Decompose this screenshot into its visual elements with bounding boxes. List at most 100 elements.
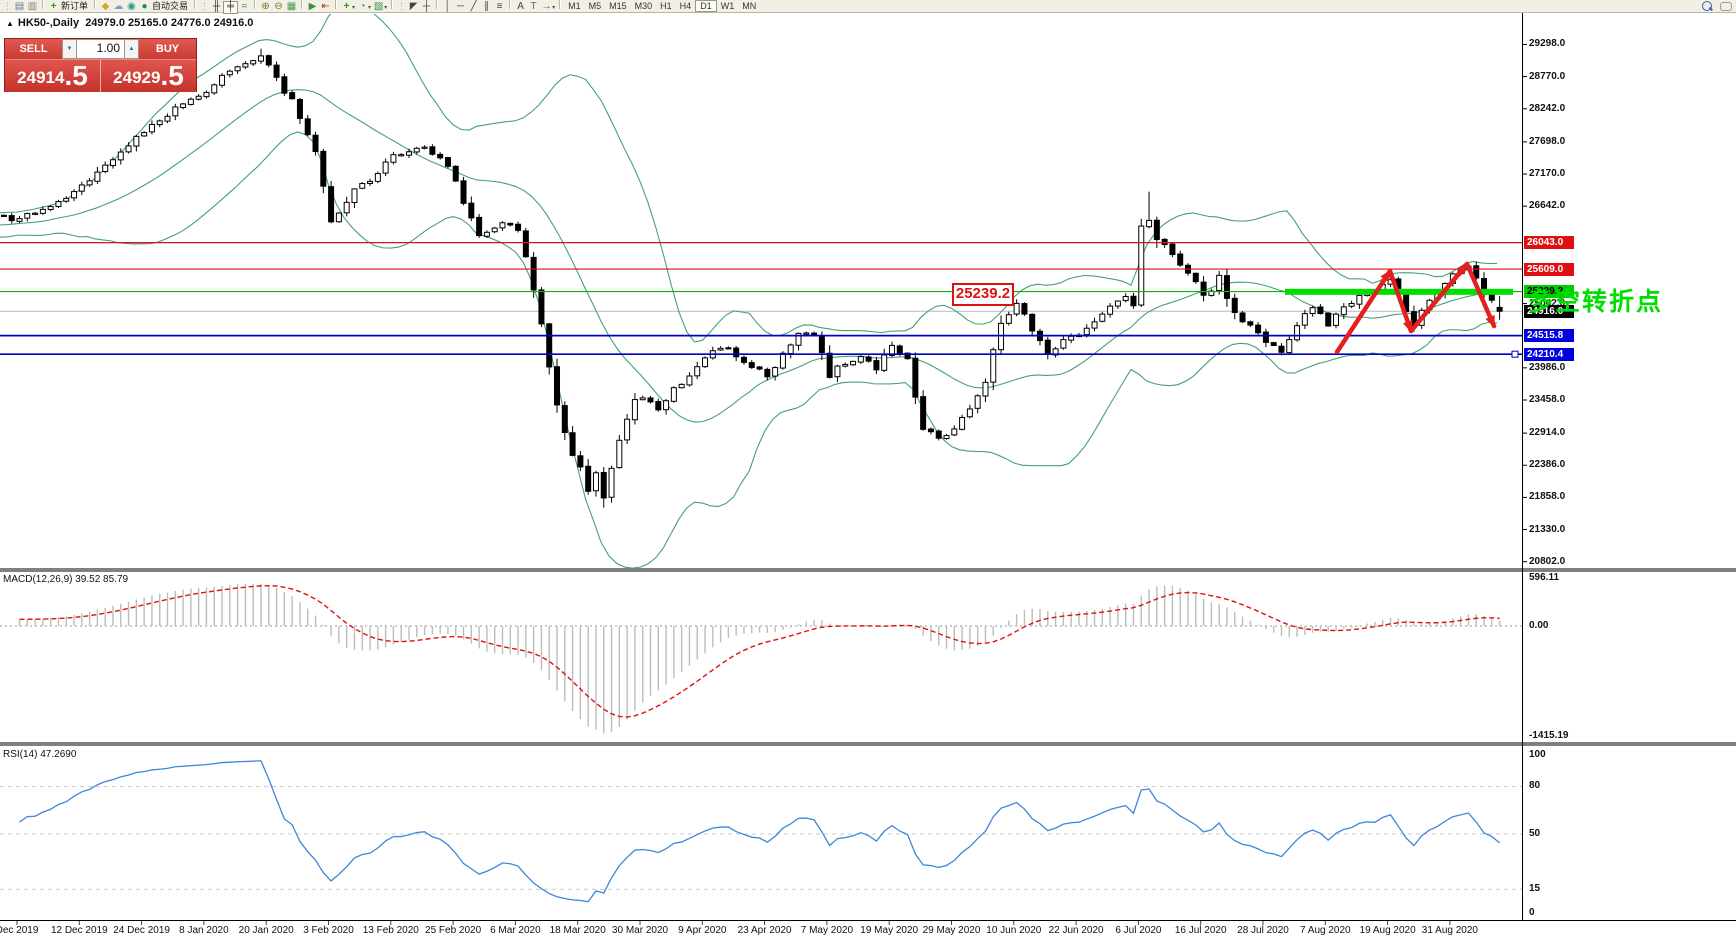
trendline-icon[interactable]: ╱ [467, 1, 480, 13]
volume-input[interactable]: 1.00 [77, 39, 124, 59]
candlestick-chart-icon[interactable]: ╪ [223, 1, 239, 14]
candle-down [554, 366, 561, 406]
channel-icon[interactable]: ∥ [480, 1, 493, 13]
chart-canvas [0, 13, 1736, 925]
line-selection-handle[interactable] [1511, 350, 1519, 358]
candle-up [421, 146, 428, 149]
search-icon[interactable] [1702, 1, 1712, 11]
fibonacci-icon[interactable]: ≡ [493, 1, 506, 13]
candle-up [787, 344, 794, 354]
text-tool-icon[interactable]: A [514, 1, 527, 13]
price-axis-label-26043.0[interactable]: 26043.0 [1524, 236, 1574, 250]
candle-down [818, 334, 825, 354]
candle-up [117, 151, 124, 161]
candle-up [881, 354, 888, 371]
candle-down [265, 55, 272, 66]
candle-down [460, 180, 467, 204]
sell-button[interactable]: SELL [5, 39, 62, 59]
periods-clock-icon-dropdown[interactable]: ▾ [368, 5, 371, 11]
text-label-icon[interactable]: T [527, 1, 540, 13]
macd-signal-line [19, 584, 1500, 718]
volume-increase-button[interactable]: ▲ [124, 39, 139, 59]
zigzag-arrows[interactable] [1334, 261, 1497, 355]
buy-price: 24929 [113, 68, 161, 87]
gold-compass-icon[interactable]: ◆ [99, 1, 112, 13]
candle-down [515, 223, 522, 231]
new-order-icon[interactable]: + [47, 1, 60, 13]
timeframe-button-W1[interactable]: W1 [717, 0, 739, 12]
candle-down [748, 362, 755, 368]
candle-up [686, 375, 693, 386]
cloud-icon[interactable]: ☁ [112, 1, 125, 13]
arrows-tool-icon-dropdown[interactable]: ▾ [552, 5, 555, 11]
candle-up [55, 201, 62, 208]
volume-decrease-button[interactable]: ▼ [62, 39, 77, 59]
candle-down [920, 396, 927, 430]
candle-down [522, 230, 529, 258]
candle-up [1099, 313, 1106, 322]
bollinger-middle [0, 89, 1498, 423]
price-axis-label-24515.8[interactable]: 24515.8 [1524, 329, 1574, 343]
candle-up [717, 347, 724, 351]
add-indicator-icon-dropdown[interactable]: ▾ [352, 5, 355, 11]
candle-up [974, 395, 981, 409]
bar-chart-icon[interactable]: ╫ [210, 1, 223, 13]
candle-up [491, 227, 498, 233]
timeframe-button-M1[interactable]: M1 [564, 0, 585, 12]
tile-windows-icon[interactable]: ▦ [285, 1, 298, 13]
one-click-trading-panel: SELL ▼ 1.00 ▲ BUY 24914 .5 24929 .5 [4, 38, 197, 92]
candle-up [1060, 339, 1067, 349]
turning-point-annotation[interactable]: 多空转折点 [1528, 282, 1663, 318]
toolbar-separator [436, 0, 439, 9]
candle-down [538, 289, 545, 325]
templates-icon-dropdown[interactable]: ▾ [384, 5, 387, 11]
timeframe-button-H4[interactable]: H4 [676, 0, 696, 12]
date-axis[interactable] [16, 921, 1451, 925]
candle-up [663, 400, 670, 411]
bollinger-lower [0, 131, 1498, 568]
horizontal-line-icon[interactable]: ─ [454, 1, 467, 13]
candle-up [335, 212, 342, 223]
candle-down [655, 401, 662, 411]
zoom-out-icon[interactable]: ⊖ [272, 1, 285, 13]
price-level-text-object[interactable]: 25239.2 [952, 283, 1014, 306]
zoom-in-icon[interactable]: ⊕ [259, 1, 272, 13]
print-preview-icon[interactable]: ▥ [26, 1, 39, 13]
crosshair-icon[interactable]: ┼ [420, 1, 433, 13]
sell-price-button[interactable]: 24914 .5 [5, 60, 101, 92]
candle-down [1239, 312, 1246, 323]
macd-panel [0, 583, 1522, 734]
candle-up [1146, 219, 1153, 228]
cursor-icon[interactable]: ◤ [407, 1, 420, 13]
timeframe-button-D1[interactable]: D1 [695, 0, 717, 12]
candle-up [71, 191, 78, 199]
chat-icon[interactable] [1720, 1, 1732, 11]
timeframe-button-M5[interactable]: M5 [585, 0, 606, 12]
candle-down [1169, 243, 1176, 256]
timeframe-button-H1[interactable]: H1 [656, 0, 676, 12]
timeframe-button-M30[interactable]: M30 [631, 0, 657, 12]
candle-down [1200, 281, 1207, 296]
price-axis-label-25609.0[interactable]: 25609.0 [1524, 262, 1574, 276]
collapse-panel-icon[interactable]: ▲ [6, 19, 14, 28]
buy-button[interactable]: BUY [139, 39, 196, 59]
chart-shift-icon[interactable]: ⇤ [319, 1, 332, 13]
new-order-label[interactable]: 新订单 [61, 1, 88, 11]
candle-up [406, 151, 412, 156]
vertical-line-icon[interactable]: │ [441, 1, 454, 13]
toolbar-separator [94, 0, 97, 9]
price-level-lines[interactable] [0, 242, 1522, 358]
candle-up [850, 360, 857, 366]
candle-up [951, 428, 958, 436]
chart-list-icon[interactable]: ▤ [13, 1, 26, 13]
auto-scroll-icon[interactable]: ▶ [306, 1, 319, 13]
line-chart-icon[interactable]: ≈ [238, 1, 251, 13]
timeframe-button-M15[interactable]: M15 [605, 0, 631, 12]
buy-price-button[interactable]: 24929 .5 [101, 60, 196, 92]
signal-icon[interactable]: ◉ [125, 1, 138, 13]
candle-down [296, 98, 303, 119]
price-axis-label-24210.4[interactable]: 24210.4 [1524, 347, 1574, 361]
autotrade-icon[interactable]: ● [138, 1, 151, 13]
autotrade-label[interactable]: 自动交易 [152, 1, 188, 11]
timeframe-button-MN[interactable]: MN [738, 0, 760, 12]
